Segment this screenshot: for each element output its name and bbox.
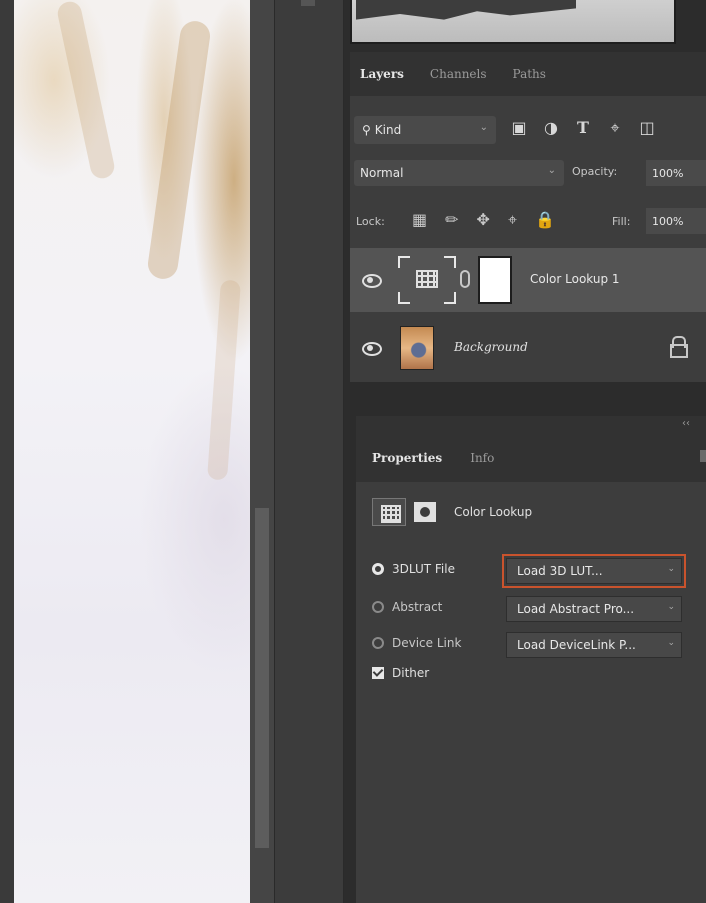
- adjustment-type-header: Color Lookup: [372, 498, 532, 526]
- option-label: Abstract: [392, 600, 443, 614]
- layers-panel: Layers Channels Paths ⚲ Kind ⌄ ▣ ◑ T ⌖ ◫…: [350, 52, 706, 382]
- radio-3dlut-file[interactable]: [372, 563, 384, 575]
- properties-panel: ‹‹ Properties Info Color Lookup 3DLUT Fi…: [356, 416, 706, 903]
- panel-menu-icon[interactable]: [700, 450, 706, 462]
- search-icon: ⚲: [362, 123, 371, 137]
- load-3d-lut-select[interactable]: Load 3D LUT... ⌄: [502, 554, 686, 588]
- adjustment-filter-icon[interactable]: ◑: [542, 118, 560, 138]
- chevron-down-icon: ⌄: [667, 638, 675, 648]
- dither-checkbox[interactable]: [372, 667, 384, 679]
- color-lookup-icon: [416, 270, 438, 288]
- option-device-link[interactable]: Device Link: [372, 636, 461, 650]
- tab-properties[interactable]: Properties: [372, 451, 442, 465]
- adjustment-label: Color Lookup: [454, 505, 533, 519]
- dropdown-value: Load Abstract Pro...: [517, 602, 635, 616]
- navigator-preview[interactable]: [350, 0, 676, 44]
- option-abstract[interactable]: Abstract: [372, 600, 442, 614]
- hair-streak: [146, 19, 212, 281]
- properties-tabs: Properties Info: [356, 434, 706, 482]
- canvas-scrollbar[interactable]: [250, 0, 274, 903]
- lock-options: ▦ ✏ ✥ ⌖ 🔒: [412, 210, 555, 230]
- hair-streak: [55, 0, 117, 181]
- lock-all-icon[interactable]: 🔒: [535, 210, 555, 230]
- option-3dlut-file[interactable]: 3DLUT File: [372, 562, 455, 576]
- dropdown-value: Load 3D LUT...: [517, 564, 603, 578]
- dock-grip[interactable]: [301, 0, 315, 6]
- fill-label: Fill:: [612, 215, 631, 228]
- layer-name[interactable]: Color Lookup 1: [530, 272, 620, 286]
- smart-object-filter-icon[interactable]: ◫: [638, 118, 656, 138]
- option-label: Dither: [392, 666, 430, 680]
- tab-channels[interactable]: Channels: [430, 67, 487, 81]
- chevron-down-icon: ⌄: [667, 564, 675, 574]
- lock-image-pixels-icon[interactable]: ✏: [445, 210, 458, 230]
- layer-name[interactable]: Background: [454, 340, 528, 354]
- kind-filter-label: Kind: [374, 123, 402, 137]
- properties-header-bar: ‹‹: [356, 416, 706, 434]
- image-canvas[interactable]: [14, 0, 250, 903]
- lock-transparent-pixels-icon[interactable]: ▦: [412, 210, 427, 230]
- hair-streak: [207, 279, 241, 481]
- layers-tabs: Layers Channels Paths: [350, 52, 706, 96]
- radio-device-link[interactable]: [372, 637, 384, 649]
- collapse-icon[interactable]: ‹‹: [682, 418, 690, 429]
- option-dither[interactable]: Dither: [372, 666, 429, 680]
- chevron-down-icon: ⌄: [667, 602, 675, 612]
- layer-thumbnail[interactable]: [400, 326, 434, 370]
- panel-dock-column: [274, 0, 344, 903]
- lock-label: Lock:: [356, 215, 385, 228]
- load-devicelink-select[interactable]: Load DeviceLink P... ⌄: [506, 632, 682, 658]
- option-label: Device Link: [392, 636, 462, 650]
- adjustment-layer-thumbnail[interactable]: [398, 256, 456, 304]
- shape-filter-icon[interactable]: ⌖: [606, 118, 624, 138]
- kind-filter-select[interactable]: ⚲ Kind ⌄: [354, 116, 496, 144]
- lock-position-icon[interactable]: ✥: [477, 210, 490, 230]
- opacity-field[interactable]: 100%: [646, 160, 706, 186]
- option-label: 3DLUT File: [392, 562, 455, 576]
- tab-layers[interactable]: Layers: [360, 67, 404, 81]
- chevron-down-icon: ⌄: [479, 122, 488, 133]
- scrollbar-thumb[interactable]: [255, 508, 269, 848]
- layer-row-background[interactable]: Background: [350, 316, 706, 380]
- blend-mode-value: Normal: [360, 166, 404, 180]
- color-lookup-icon[interactable]: [372, 498, 406, 526]
- opacity-label: Opacity:: [572, 165, 618, 178]
- mask-icon[interactable]: [410, 498, 440, 526]
- dropdown-value: Load DeviceLink P...: [517, 638, 636, 652]
- radio-abstract[interactable]: [372, 601, 384, 613]
- lock-artboard-icon[interactable]: ⌖: [508, 210, 517, 230]
- tab-paths[interactable]: Paths: [513, 67, 546, 81]
- navigator-image: [356, 0, 576, 20]
- eye-icon[interactable]: [362, 340, 382, 356]
- layer-filter-icons: ▣ ◑ T ⌖ ◫: [510, 118, 656, 138]
- eye-icon[interactable]: [362, 272, 382, 288]
- type-filter-icon[interactable]: T: [574, 118, 592, 138]
- image-filter-icon[interactable]: ▣: [510, 118, 528, 138]
- blend-mode-select[interactable]: Normal ⌄: [354, 160, 564, 186]
- chevron-down-icon: ⌄: [547, 165, 556, 176]
- layer-mask-thumbnail[interactable]: [478, 256, 512, 304]
- load-abstract-select[interactable]: Load Abstract Pro... ⌄: [506, 596, 682, 622]
- tab-info[interactable]: Info: [470, 451, 494, 465]
- lock-icon[interactable]: [670, 336, 688, 358]
- fill-field[interactable]: 100%: [646, 208, 706, 234]
- link-chain-icon[interactable]: [460, 270, 470, 288]
- layer-row-color-lookup[interactable]: Color Lookup 1: [350, 248, 706, 312]
